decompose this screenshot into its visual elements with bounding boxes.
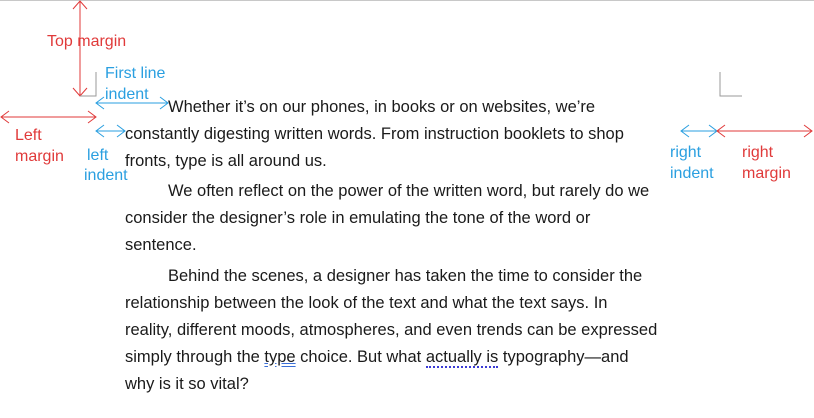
right-margin-label-1: right bbox=[742, 144, 774, 161]
paragraph-3-line-5: why is it so vital? bbox=[125, 375, 249, 393]
grammar-flag-actually-is[interactable]: actually is bbox=[425, 348, 499, 368]
line-4-part-a: simply through the bbox=[125, 348, 265, 366]
right-indent-arrow bbox=[680, 124, 718, 138]
left-indent-arrow bbox=[95, 124, 126, 138]
line-4-part-e: typography—and bbox=[498, 348, 629, 366]
paragraph-2: We often reflect on the power of the wri… bbox=[125, 178, 685, 259]
left-margin-label-1: Left bbox=[15, 127, 42, 144]
left-indent-label-2: indent bbox=[84, 167, 128, 184]
grammar-flag-type[interactable]: type bbox=[264, 348, 295, 366]
paragraph-2-line-1: We often reflect on the power of the wri… bbox=[168, 182, 650, 200]
paragraph-3-line-2: relationship between the look of the tex… bbox=[125, 294, 608, 312]
left-margin-arrow bbox=[0, 110, 97, 124]
right-margin-label-2: margin bbox=[742, 165, 791, 182]
paragraph-3-line-3: reality, different moods, atmospheres, a… bbox=[125, 321, 658, 339]
right-margin-arrow bbox=[716, 124, 813, 138]
line-4-part-c: choice. But what bbox=[295, 348, 426, 366]
paragraph-1-line-3: fronts, type is all around us. bbox=[125, 152, 327, 170]
paragraph-2-line-3: sentence. bbox=[125, 236, 197, 254]
first-line-indent-label-1: First line bbox=[105, 65, 166, 82]
paragraph-1-line-2: constantly digesting written words. From… bbox=[125, 125, 624, 143]
left-indent-label-1: left bbox=[87, 147, 109, 164]
paragraph-2-line-2: consider the designer’s role in emulatin… bbox=[125, 209, 591, 227]
paragraph-3-line-1: Behind the scenes, a designer has taken … bbox=[168, 267, 643, 285]
paragraph-1: Whether it’s on our phones, in books or … bbox=[125, 94, 685, 175]
first-line-indent-guide bbox=[80, 72, 97, 97]
right-corner-guide bbox=[719, 72, 742, 97]
top-margin-label: Top margin bbox=[47, 33, 127, 50]
left-margin-label-2: margin bbox=[15, 148, 64, 165]
paragraph-3: Behind the scenes, a designer has taken … bbox=[125, 263, 705, 398]
paragraph-1-line-1: Whether it’s on our phones, in books or … bbox=[168, 98, 596, 116]
paragraph-3-line-4: simply through the type choice. But what… bbox=[125, 344, 705, 371]
